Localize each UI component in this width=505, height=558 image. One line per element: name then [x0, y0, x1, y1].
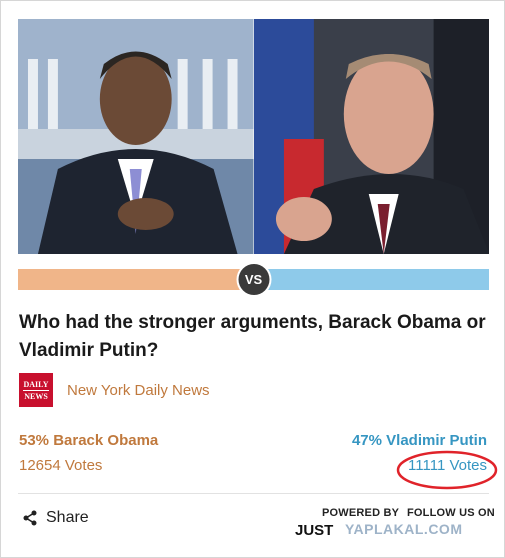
red-circle-annotation [396, 450, 498, 490]
right-candidate-photo [253, 19, 489, 254]
logo-rule [23, 389, 49, 391]
left-votes: 12654 Votes [19, 457, 103, 474]
share-button[interactable]: Share [22, 509, 89, 527]
right-percent: 47% Vladimir Putin [351, 432, 487, 449]
left-candidate-photo [18, 19, 254, 254]
daily-news-logo: DAILY NEWS [19, 373, 53, 407]
powered-by-label: POWERED BY [322, 507, 400, 519]
vote-split-bar: VS [18, 264, 489, 295]
right-share-bar [267, 269, 489, 290]
logo-line-1: DAILY [23, 379, 49, 389]
poll-question: Who had the stronger arguments, Barack O… [19, 312, 486, 361]
source[interactable]: DAILY NEWS New York Daily News [19, 373, 210, 407]
left-percent: 53% Barack Obama [19, 432, 159, 449]
follow-us-label: FOLLOW US ON [407, 507, 495, 519]
brand-logo-link[interactable]: JUST [295, 522, 333, 539]
footer-divider [18, 493, 489, 494]
left-result[interactable]: 53% Barack Obama 12654 Votes [19, 432, 158, 475]
poll-images [18, 19, 489, 254]
watermark-text: YAPLAKAL.COM [345, 521, 463, 537]
share-label: Share [46, 509, 89, 526]
poll-card: VS Who had the stronger arguments, Barac… [0, 0, 505, 558]
logo-line-2: NEWS [24, 391, 48, 401]
vs-badge: VS [238, 264, 269, 295]
source-name-link[interactable]: New York Daily News [67, 382, 210, 399]
left-share-bar [18, 269, 268, 290]
share-icon [23, 510, 37, 526]
